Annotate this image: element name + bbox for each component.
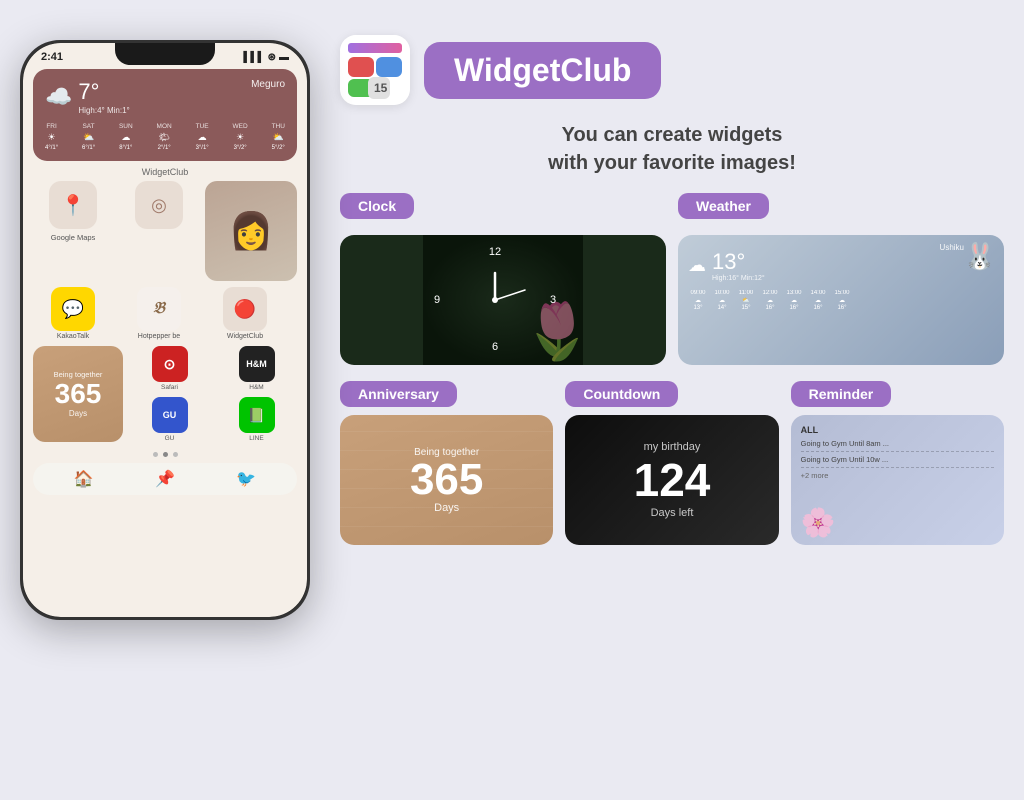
ann-prev-unit: Days	[434, 502, 459, 514]
phone-notch	[115, 43, 215, 65]
phone-ann-unit: Days	[69, 409, 87, 418]
maps-label: Google Maps	[51, 233, 96, 242]
phone-section-label: WidgetClub	[23, 167, 307, 177]
phone-cloud-icon: ☁️	[45, 84, 72, 110]
safari-label: Safari	[161, 384, 178, 391]
ann-prev-days: 365	[410, 458, 483, 502]
kakao-label: KakaoTalk	[57, 333, 89, 340]
cd-prev-label: my birthday	[644, 441, 701, 453]
phone-weather-widget[interactable]: ☁️ 7° High:4° Min:1° Meguro FRI☀4°/1°	[33, 69, 297, 161]
radar-icon[interactable]: ◎	[135, 181, 183, 229]
wifi-icon: ⊛	[268, 52, 276, 63]
widgetclub-phone-icon[interactable]: 🔴	[223, 287, 267, 331]
reminder-col: Reminder ALL Going to Gym Until 8am ... …	[791, 381, 1004, 545]
phone-time: 2:41	[41, 51, 63, 63]
tagline-line2: with your favorite images!	[340, 149, 1004, 177]
phone-wrapper: 2:41 ▌▌▌ ⊛ ▬ ☁️ 7°	[20, 40, 310, 620]
tagline: You can create widgets with your favorit…	[340, 121, 1004, 177]
right-panel: 15 WidgetClub You can create widgets wit…	[340, 30, 1004, 545]
svg-text:15: 15	[374, 81, 388, 95]
gu-label: GU	[165, 435, 175, 442]
bottom-row: Anniversary Being together 365 Days Coun…	[340, 381, 1004, 545]
line-label: LINE	[249, 435, 263, 442]
hotpepper-icon[interactable]: 𝔅	[137, 287, 181, 331]
cd-prev-number: 124	[634, 457, 711, 503]
bunny-decoration: 🐰	[964, 241, 996, 272]
weather-prev-timeline: 09:00☁13° 10:00☁14° 11:00⛅15° 12:00☁16° …	[688, 290, 994, 311]
svg-text:9: 9	[434, 294, 440, 306]
anniversary-col: Anniversary Being together 365 Days	[340, 381, 553, 545]
phone-ann-label: Being together	[54, 370, 103, 379]
safari-icon[interactable]: ⊙	[152, 346, 188, 382]
reminder-more: +2 more	[801, 471, 994, 480]
clock-widget-preview[interactable]: 🌷 12 3 6 9	[340, 235, 666, 365]
photo-widget[interactable]: 👩	[205, 181, 297, 281]
app-banner-title: WidgetClub	[454, 52, 631, 89]
phone-weather-hilo: High:4° Min:1°	[78, 106, 129, 115]
phone-weather-temp: 7°	[78, 79, 129, 105]
svg-text:6: 6	[492, 341, 498, 353]
clock-label-tag[interactable]: Clock	[340, 193, 666, 219]
maps-icon[interactable]: 📍	[49, 181, 97, 229]
reminder-item-1: Going to Gym Until 8am ...	[801, 439, 994, 452]
reminder-item-2: Going to Gym Until 10w ...	[801, 455, 994, 468]
weather-widget-preview[interactable]: 🐰 Ushiku ☁ 13° High:16° Min:12° 09:00☁13…	[678, 235, 1004, 365]
weather-prev-location: Ushiku	[940, 243, 964, 252]
reminder-prev-label: ALL	[801, 425, 994, 435]
dot-2	[163, 452, 168, 457]
widgetclub-phone-label: WidgetClub	[227, 333, 263, 340]
hm-icon[interactable]: H&M	[239, 346, 275, 382]
weather-prev-temp: 13°	[712, 249, 765, 275]
top-category-row: Clock Weather	[340, 193, 1004, 219]
line-icon[interactable]: 📗	[239, 397, 275, 433]
header-row: 15 WidgetClub	[340, 35, 1004, 105]
reminder-label-tag[interactable]: Reminder	[791, 381, 1004, 407]
main-container: 2:41 ▌▌▌ ⊛ ▬ ☁️ 7°	[0, 0, 1024, 800]
cd-prev-unit: Days left	[651, 507, 694, 519]
weather-prev-hilo: High:16° Min:12°	[712, 275, 765, 282]
gu-icon[interactable]: GU	[152, 397, 188, 433]
weather-prev-cloud: ☁	[688, 255, 706, 276]
countdown-label-tag[interactable]: Countdown	[565, 381, 778, 407]
countdown-preview[interactable]: my birthday 124 Days left	[565, 415, 778, 545]
phone-screen: 2:41 ▌▌▌ ⊛ ▬ ☁️ 7°	[23, 43, 307, 617]
anniversary-preview[interactable]: Being together 365 Days	[340, 415, 553, 545]
phone-weather-location: Meguro	[251, 79, 285, 90]
hm-label: H&M	[249, 384, 263, 391]
svg-text:3: 3	[550, 294, 556, 306]
dot-1	[153, 452, 158, 457]
flower-decoration: 🌸	[801, 506, 836, 539]
signal-icon: ▌▌▌	[243, 52, 264, 63]
kakao-icon[interactable]: 💬	[51, 287, 95, 331]
phone-mockup: 2:41 ▌▌▌ ⊛ ▬ ☁️ 7°	[20, 40, 310, 620]
svg-text:🌷: 🌷	[523, 300, 591, 363]
nav-home-icon[interactable]: 🏠	[74, 469, 94, 489]
top-preview-row: 🌷 12 3 6 9 🐰 Ushiku	[340, 235, 1004, 365]
svg-text:12: 12	[489, 246, 501, 258]
weather-label-tag[interactable]: Weather	[678, 193, 1004, 219]
nav-pin-icon[interactable]: 📌	[155, 469, 175, 489]
hotpepper-label: Hotpepper be	[138, 333, 180, 340]
phone-weather-days: FRI☀4°/1° SAT⛅6°/1° SUN☁8°/1° MON🌤2°/1° …	[45, 123, 285, 151]
countdown-col: Countdown my birthday 124 Days left	[565, 381, 778, 545]
nav-bird-icon[interactable]: 🐦	[236, 469, 256, 489]
reminder-preview[interactable]: ALL Going to Gym Until 8am ... Going to …	[791, 415, 1004, 545]
battery-icon: ▬	[279, 52, 289, 63]
page-dots	[23, 446, 307, 463]
status-icons: ▌▌▌ ⊛ ▬	[243, 52, 289, 63]
dot-3	[173, 452, 178, 457]
widgetclub-banner: WidgetClub	[424, 42, 661, 99]
anniversary-label-tag[interactable]: Anniversary	[340, 381, 553, 407]
phone-ann-days: 365	[55, 379, 102, 410]
app-logo[interactable]: 15	[340, 35, 410, 105]
tagline-line1: You can create widgets	[340, 121, 1004, 149]
phone-anniversary-widget[interactable]: Being together 365 Days	[33, 346, 123, 442]
